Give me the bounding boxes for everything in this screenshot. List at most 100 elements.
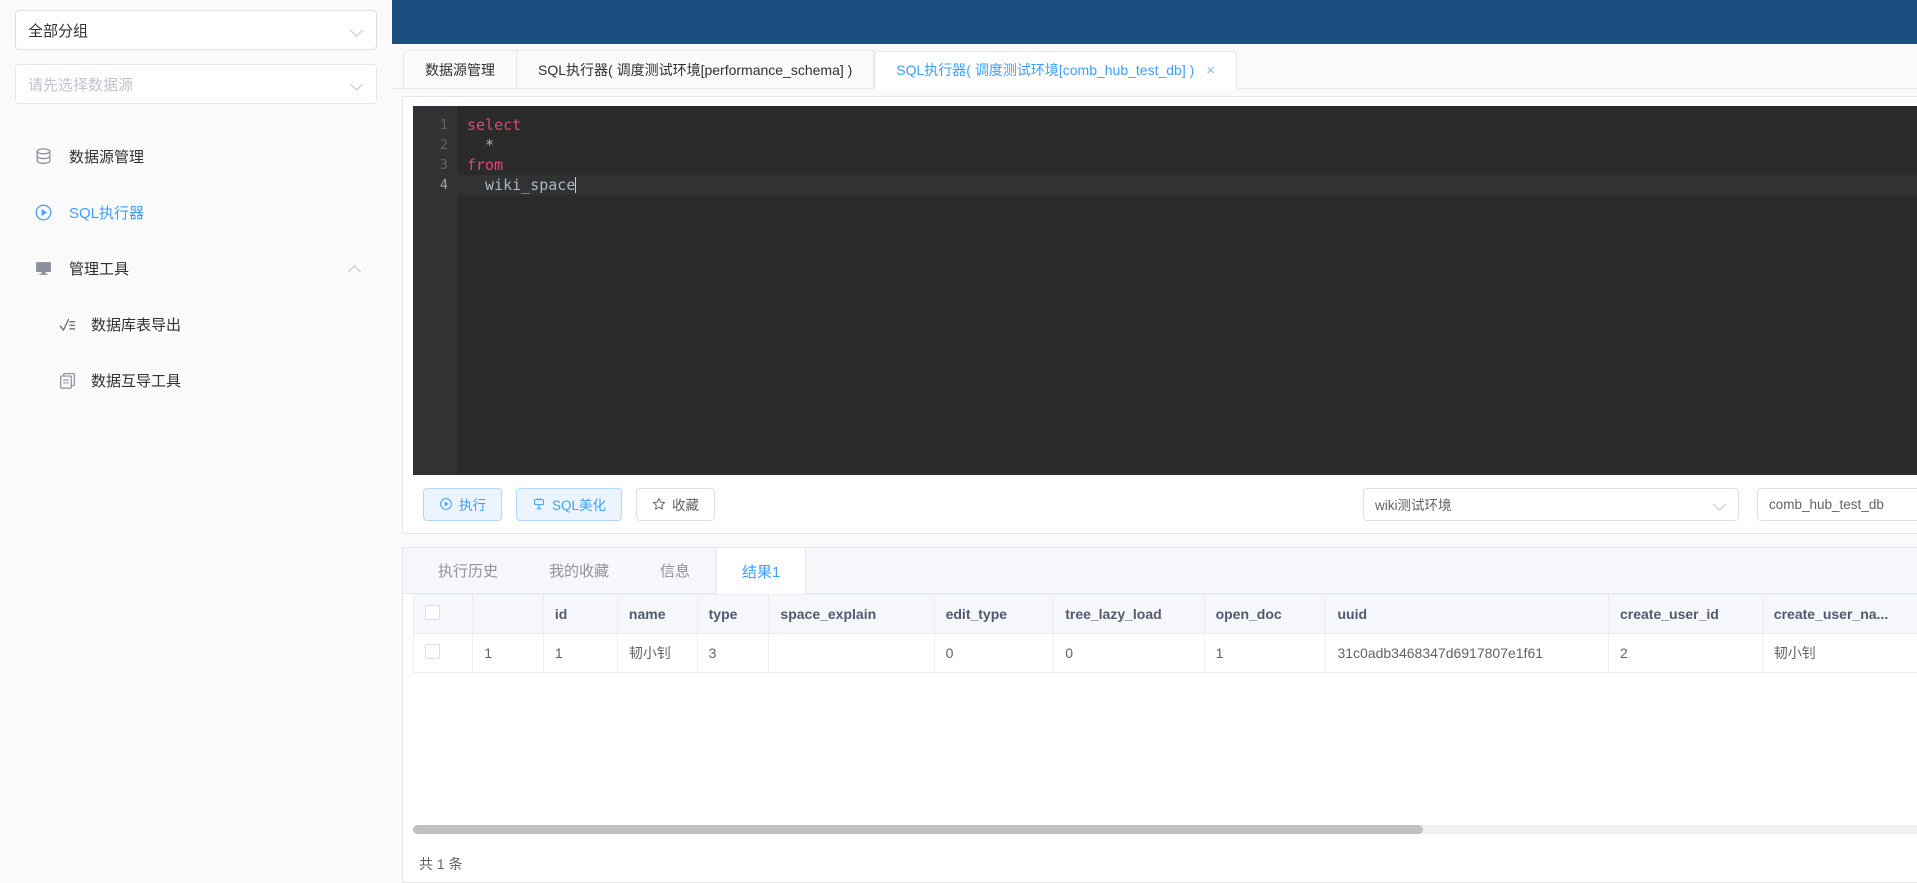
run-button-label: 执行	[459, 498, 486, 513]
database-select[interactable]: comb_hub_test_db	[1757, 487, 1917, 521]
results-tab-label: 信息	[660, 563, 691, 580]
sidebar-item-datasource[interactable]: 数据源管理	[0, 128, 392, 184]
column-header-id[interactable]: id	[542, 594, 618, 634]
datasource-select[interactable]: 请先选择数据源	[15, 64, 377, 104]
play-circle-icon	[35, 204, 52, 220]
chevron-down-icon	[351, 78, 364, 91]
line-number: 4	[439, 177, 448, 193]
sidebar-subitem-data-transfer-tool[interactable]: 数据互导工具	[0, 352, 392, 408]
code-line: *	[467, 135, 1917, 155]
editor-code[interactable]: select * from wiki_space	[457, 106, 1917, 475]
tab-datasource-management[interactable]: 数据源管理	[403, 50, 516, 88]
main-area: 韧小钊 数据源管理 SQL执行器( 调度测试环境[performance_sch…	[392, 0, 1917, 883]
group-select-value: 全部分组	[28, 22, 89, 40]
chevron-down-icon	[1714, 498, 1727, 511]
select-all-checkbox[interactable]	[425, 605, 440, 620]
column-header-space-explain[interactable]: space_explain	[768, 594, 935, 634]
table-row[interactable]: 1 1 韧小钊 3 0 0 1 31c0adb3468347d6917807e1…	[412, 633, 1917, 673]
row-checkbox[interactable]	[425, 644, 440, 659]
favorite-button-label: 收藏	[672, 498, 700, 513]
line-number: 1	[439, 117, 448, 133]
horizontal-scrollbar-thumb[interactable]	[413, 825, 1423, 834]
magic-wand-icon	[532, 497, 546, 511]
sidebar: 全部分组 请先选择数据源 数据源管理 SQL执行器 管理工具 数据库表导出 数据…	[0, 0, 392, 883]
cell-edit-type: 0	[933, 633, 1055, 673]
cell-open-doc: 1	[1203, 633, 1327, 673]
close-icon[interactable]: ×	[1206, 63, 1215, 78]
tab-execution-history[interactable]: 执行历史	[413, 548, 524, 593]
results-footer: 共 1 条 CSDN @韧小钊	[403, 844, 1917, 882]
tab-result-1[interactable]: 结果1	[716, 548, 807, 594]
tab-sql-executor-comb-hub-test-db[interactable]: SQL执行器( 调度测试环境[comb_hub_test_db] ) ×	[874, 51, 1238, 89]
code-line-current: wiki_space	[457, 175, 1917, 195]
sidebar-subitem-label: 数据库表导出	[91, 316, 182, 334]
cell-uuid: 31c0adb3468347d6917807e1f61	[1325, 633, 1609, 673]
database-icon	[36, 147, 51, 164]
column-header-tree-lazy-load[interactable]: tree_lazy_load	[1053, 594, 1205, 634]
column-header-open-doc[interactable]: open_doc	[1203, 594, 1327, 634]
sidebar-item-label: 数据源管理	[69, 148, 145, 166]
sidebar-item-sql-executor[interactable]: SQL执行器	[0, 184, 392, 240]
code-token-keyword: select	[467, 116, 522, 134]
run-button[interactable]: 执行	[423, 487, 502, 521]
sidebar-subitem-label: 数据互导工具	[91, 372, 182, 390]
cell-tree-lazy-load: 0	[1053, 633, 1205, 673]
monitor-icon	[36, 261, 51, 275]
cell-type: 3	[696, 633, 770, 673]
environment-select-value: wiki测试环境	[1375, 498, 1452, 513]
sidebar-item-label: SQL执行器	[69, 204, 145, 222]
tab-info[interactable]: 信息	[635, 548, 716, 593]
column-header-create-user-id[interactable]: create_user_id	[1608, 594, 1763, 634]
chevron-up-icon	[349, 262, 362, 275]
tab-label: SQL执行器( 调度测试环境[performance_schema] )	[538, 61, 853, 78]
environment-select[interactable]: wiki测试环境	[1363, 487, 1739, 521]
tab-label: SQL执行器( 调度测试环境[comb_hub_test_db] )	[896, 62, 1195, 78]
format-sql-button[interactable]: SQL美化	[516, 487, 623, 521]
column-header-edit-type[interactable]: edit_type	[933, 594, 1055, 634]
table-header-row: id name type space_explain edit_type tre…	[412, 594, 1917, 634]
sql-editor-panel: 1 2 3 4 select * from wiki_space 执行 SQL美…	[402, 96, 1917, 534]
tab-sql-executor-performance-schema[interactable]: SQL执行器( 调度测试环境[performance_schema] )	[516, 50, 875, 88]
cell-space-explain	[768, 633, 935, 673]
code-token-keyword: from	[467, 156, 504, 174]
select-all-header	[412, 594, 474, 634]
tab-label: 数据源管理	[425, 61, 495, 78]
results-table: id name type space_explain edit_type tre…	[412, 594, 1917, 673]
star-icon	[652, 497, 666, 511]
results-tab-label: 结果1	[742, 563, 781, 581]
cell-create-user-name: 韧小钊	[1761, 633, 1917, 673]
sidebar-menu: 数据源管理 SQL执行器 管理工具 数据库表导出 数据互导工具	[0, 128, 392, 408]
cell-rownum: 1	[472, 633, 544, 673]
sidebar-subitem-db-table-export[interactable]: 数据库表导出	[0, 296, 392, 352]
results-tab-label: 执行历史	[438, 563, 499, 580]
results-panel: 执行历史 我的收藏 信息 结果1 id name type space_expl…	[402, 547, 1917, 883]
column-header-type[interactable]: type	[696, 594, 770, 634]
code-line: from	[467, 155, 1917, 175]
export-check-icon	[59, 318, 76, 331]
copy-docs-icon	[60, 372, 75, 389]
sidebar-item-admin-tools[interactable]: 管理工具	[0, 240, 392, 296]
row-select-cell	[412, 633, 474, 673]
topbar: 韧小钊	[392, 0, 1917, 44]
column-header-uuid[interactable]: uuid	[1325, 594, 1609, 634]
rownum-header	[472, 594, 544, 634]
results-grid-wrapper[interactable]: id name type space_explain edit_type tre…	[403, 594, 1917, 844]
chevron-down-icon	[351, 24, 364, 37]
group-select[interactable]: 全部分组	[15, 10, 377, 50]
database-select-value: comb_hub_test_db	[1769, 496, 1884, 512]
column-header-name[interactable]: name	[616, 594, 698, 634]
column-header-create-user-name[interactable]: create_user_na...	[1761, 594, 1917, 634]
horizontal-scrollbar[interactable]	[413, 825, 1917, 834]
sidebar-item-label: 管理工具	[69, 260, 130, 278]
tab-strip: 数据源管理 SQL执行器( 调度测试环境[performance_schema]…	[392, 44, 1917, 89]
total-count-label: 共 1 条	[419, 855, 463, 872]
text-caret	[575, 177, 577, 193]
sql-editor[interactable]: 1 2 3 4 select * from wiki_space	[413, 106, 1917, 475]
results-tab-strip: 执行历史 我的收藏 信息 结果1	[403, 548, 1917, 594]
cell-create-user-id: 2	[1608, 633, 1763, 673]
code-token-identifier: wiki_space	[467, 176, 576, 194]
tab-my-favorites[interactable]: 我的收藏	[524, 548, 635, 593]
favorite-button[interactable]: 收藏	[636, 487, 716, 521]
play-circle-icon	[439, 497, 453, 511]
line-number: 3	[439, 157, 448, 173]
